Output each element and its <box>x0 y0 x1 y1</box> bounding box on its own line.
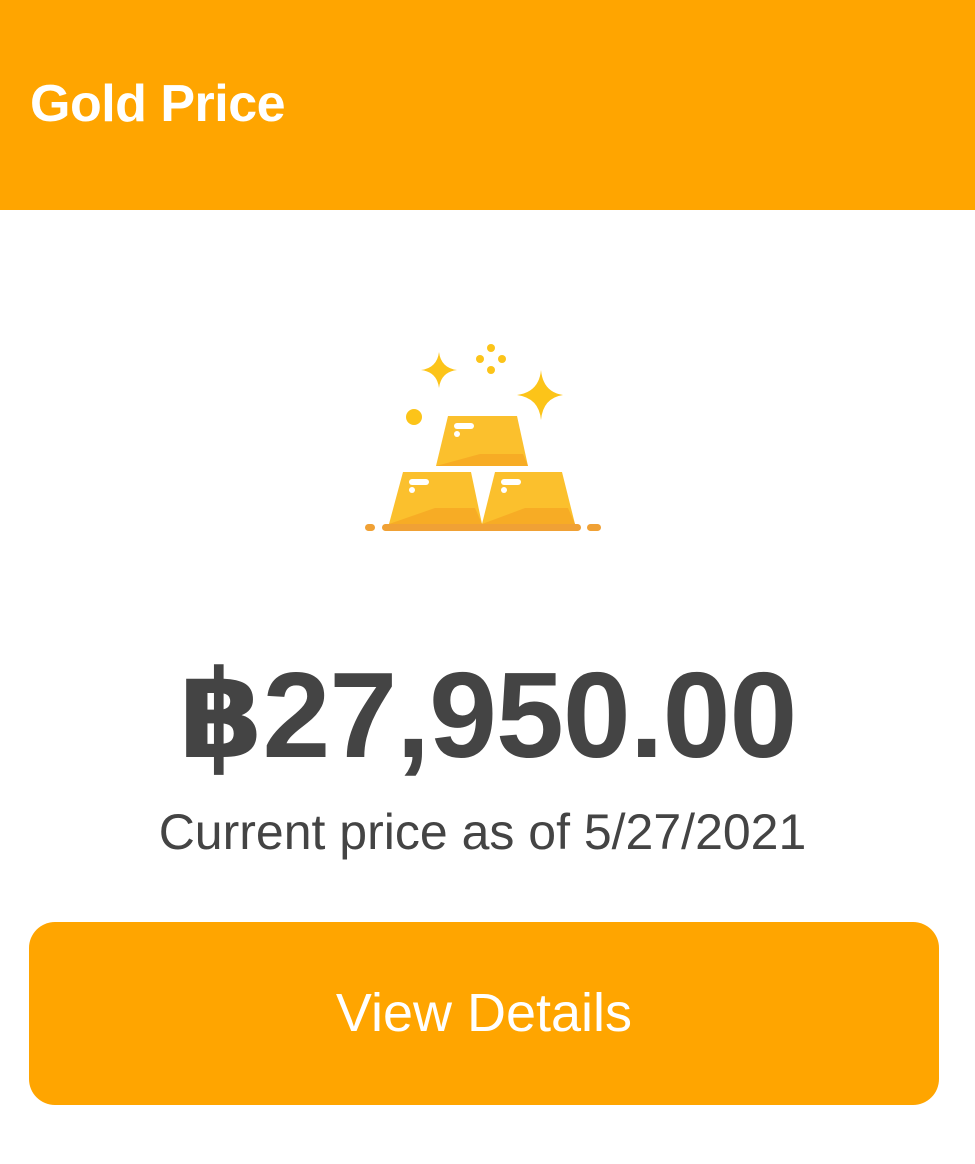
gold-bars-icon <box>355 330 615 545</box>
page-title: Gold Price <box>30 75 286 133</box>
price-date-caption: Current price as of 5/27/2021 <box>158 804 807 860</box>
app-bar: Gold Price <box>0 0 975 210</box>
view-details-button[interactable]: View Details <box>29 922 939 1105</box>
gold-price-value: ฿27,950.00 <box>178 647 798 783</box>
